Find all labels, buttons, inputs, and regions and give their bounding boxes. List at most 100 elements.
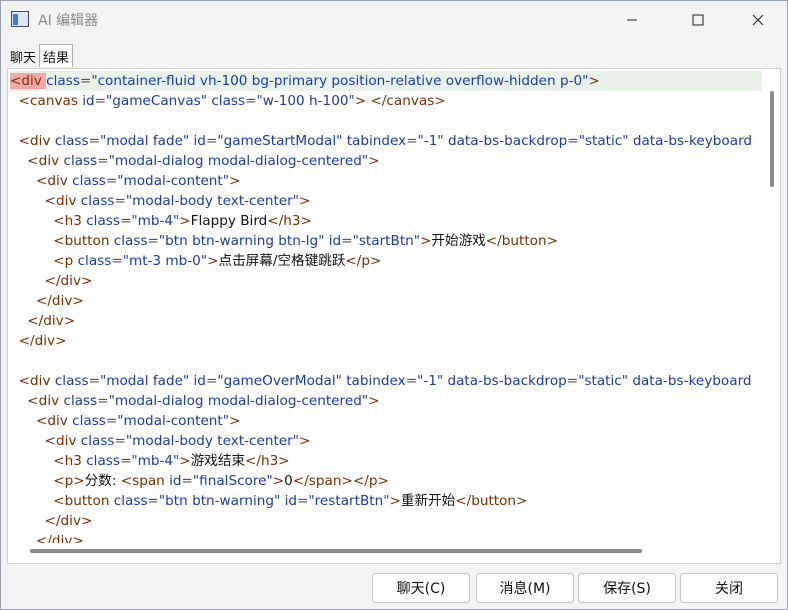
- code-line: <div class="modal-dialog modal-dialog-ce…: [10, 391, 762, 411]
- code-token: class: [80, 433, 115, 449]
- code-token: <div: [44, 433, 81, 449]
- tab-chat[interactable]: 聊天: [7, 45, 39, 66]
- code-token: "modal-body text-center": [125, 433, 300, 449]
- code-token: <p: [53, 253, 78, 269]
- code-token: >: [229, 173, 241, 189]
- code-token: >: [368, 153, 380, 169]
- code-token: "mt-3 mb-0": [122, 253, 208, 269]
- code-token: =: [88, 373, 100, 389]
- code-token: class: [86, 453, 120, 469]
- code-token: <p>: [53, 473, 85, 489]
- code-line: <div class="modal-body text-center">: [10, 191, 762, 211]
- message-button[interactable]: 消息(M): [476, 573, 574, 603]
- code-token: =: [245, 93, 257, 109]
- code-token: <button: [53, 493, 114, 509]
- code-token: <div: [35, 173, 73, 189]
- close-button[interactable]: 关闭: [680, 573, 778, 603]
- code-token: =: [88, 133, 100, 149]
- maximize-button[interactable]: [675, 1, 721, 39]
- code-token: "btn btn-warning btn-lg": [158, 233, 325, 249]
- code-token: data-bs-keyboard: [628, 133, 753, 149]
- code-token: "mb-4": [131, 453, 180, 469]
- code-token: </div>: [35, 293, 84, 309]
- code-token: =: [105, 413, 118, 429]
- code-token: <div: [44, 193, 81, 209]
- minimize-button[interactable]: [609, 1, 655, 39]
- code-token: "finalScore": [192, 473, 273, 489]
- code-line: <div class="modal-dialog modal-dialog-ce…: [10, 151, 762, 171]
- code-token: 游戏结束: [190, 453, 246, 469]
- code-line: </div>: [10, 291, 762, 311]
- code-line: <div class="modal fade" id="gameStartMod…: [10, 131, 762, 151]
- code-token: "-1": [417, 133, 444, 149]
- vertical-scrollbar[interactable]: [770, 91, 774, 187]
- code-token: > </canvas>: [354, 93, 446, 109]
- code-line: <div class="modal-content">: [10, 171, 762, 191]
- code-token: "static": [578, 373, 629, 389]
- code-token: =: [119, 213, 132, 229]
- code-line: <div class="container-fluid vh-100 bg-pr…: [10, 71, 762, 91]
- window-title: AI 编辑器: [38, 13, 99, 29]
- code-line: <h3 class="mb-4">Flappy Bird</h3>: [10, 211, 762, 231]
- code-token: class: [72, 173, 106, 189]
- code-token: >: [420, 233, 432, 249]
- code-token: class: [207, 93, 246, 109]
- code-line: <canvas id="gameCanvas" class="w-100 h-1…: [10, 91, 762, 111]
- code-token: class: [54, 133, 89, 149]
- code-token: </div>: [18, 333, 67, 349]
- code-line: </div>: [10, 531, 762, 543]
- code-token: </button>: [485, 233, 558, 249]
- code-view[interactable]: <div class="container-fluid vh-100 bg-pr…: [10, 71, 762, 543]
- code-token: id: [280, 493, 297, 509]
- code-token: =: [119, 453, 132, 469]
- code-token: "gameOverModal": [217, 373, 342, 389]
- code-token: 0: [284, 473, 293, 489]
- code-token: "mb-4": [131, 213, 180, 229]
- horizontal-scrollbar[interactable]: [30, 549, 642, 553]
- code-token: >: [368, 393, 380, 409]
- close-icon: [752, 14, 764, 26]
- code-token: >: [389, 493, 401, 509]
- code-token: <h3: [53, 213, 87, 229]
- code-token: "gameCanvas": [106, 93, 208, 109]
- code-line: <h3 class="mb-4">游戏结束</h3>: [10, 451, 762, 471]
- code-token: "modal fade": [99, 373, 190, 389]
- code-token: >: [588, 73, 600, 89]
- code-token: id: [324, 233, 342, 249]
- code-token: "static": [578, 133, 629, 149]
- code-token: "container-fluid vh-100 bg-primary posit…: [91, 73, 589, 89]
- close-window-button[interactable]: [735, 1, 781, 39]
- save-button[interactable]: 保存(S): [578, 573, 676, 603]
- code-line: <button class="btn btn-warning" id="rest…: [10, 491, 762, 511]
- code-line: </div>: [10, 311, 762, 331]
- code-token: <div: [27, 153, 64, 169]
- code-token: 点击屏幕/空格键跳跃: [218, 253, 346, 269]
- code-token: =: [147, 233, 159, 249]
- code-token: =: [114, 193, 126, 209]
- code-token: class: [86, 213, 120, 229]
- code-token: id: [189, 133, 206, 149]
- code-token: </div>: [35, 533, 84, 543]
- tab-result[interactable]: 结果: [39, 44, 74, 67]
- minimize-icon: [627, 19, 637, 21]
- code-token: 分数:: [84, 473, 121, 489]
- chat-button[interactable]: 聊天(C): [372, 573, 470, 603]
- code-token: </button>: [455, 493, 528, 509]
- code-token: =: [114, 433, 126, 449]
- code-token: tabindex: [341, 373, 406, 389]
- result-panel: <div class="container-fluid vh-100 bg-pr…: [7, 68, 781, 564]
